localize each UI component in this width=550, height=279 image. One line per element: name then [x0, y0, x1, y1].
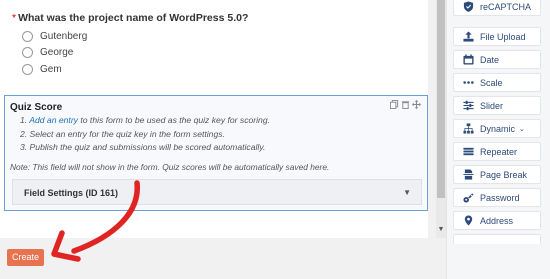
- step-2: 2. Select an entry for the quiz key in t…: [20, 128, 225, 139]
- choice-label: George: [40, 47, 74, 58]
- sidebar-item-label: Date: [480, 54, 500, 65]
- step-1: 1. Add an entry to this form to be used …: [20, 115, 271, 125]
- sidebar-item-file-upload[interactable]: File Upload: [453, 27, 541, 46]
- key-icon: [463, 192, 474, 203]
- sidebar-item-label: Scale: [480, 77, 503, 88]
- choice-label: Gem: [40, 63, 62, 75]
- step-3: 3. Publish the quiz and submissions will…: [20, 142, 266, 152]
- duplicate-icon[interactable]: [390, 100, 399, 109]
- radio-button[interactable]: [22, 47, 33, 58]
- choice-george[interactable]: George: [22, 45, 87, 61]
- sidebar-item-label: Address: [480, 215, 514, 226]
- caret-down-icon: ▼: [403, 188, 411, 197]
- form-preview: * What was the project name of WordPress …: [0, 0, 428, 238]
- chevron-down-icon: ⌄: [519, 125, 525, 133]
- sitemap-icon: [463, 123, 474, 134]
- sidebar-item-partial[interactable]: [453, 234, 541, 244]
- dots-icon: [463, 77, 474, 88]
- sidebar-item-address[interactable]: Address: [453, 211, 541, 230]
- sidebar-item-page-break[interactable]: Page Break: [453, 165, 541, 184]
- question-text: What was the project name of WordPress 5…: [18, 12, 249, 24]
- sidebar-item-scale[interactable]: Scale: [453, 73, 541, 92]
- radio-button[interactable]: [22, 63, 33, 75]
- quiz-score-field[interactable]: Quiz Score 1. Add an entry to this form …: [4, 95, 428, 211]
- sidebar-item-label: Password: [480, 192, 520, 203]
- sidebar-item-recaptcha[interactable]: reCAPTCHA: [453, 0, 541, 16]
- sidebar-item-slider[interactable]: Slider: [453, 96, 541, 115]
- page-break-icon: [463, 169, 474, 180]
- scrollbar[interactable]: ▼: [436, 0, 446, 238]
- form-canvas: * What was the project name of WordPress …: [0, 0, 436, 279]
- calendar-icon: [463, 54, 474, 65]
- add-entry-link[interactable]: Add an entry: [29, 115, 78, 125]
- quiz-note: Note: This field will not show in the fo…: [10, 162, 330, 172]
- sidebar-item-label: Repeater: [480, 146, 518, 157]
- required-marker: *: [12, 12, 17, 24]
- quiz-score-title: Quiz Score: [10, 102, 63, 113]
- choice-label: Gutenberg: [40, 30, 88, 42]
- field-sidebar: reCAPTCHA File Upload Date Scale Slider …: [446, 0, 550, 279]
- repeat-icon: [463, 146, 474, 157]
- sidebar-item-repeater[interactable]: Repeater: [453, 142, 541, 161]
- sidebar-item-label: Dynamic: [480, 123, 516, 134]
- trash-icon[interactable]: [401, 100, 410, 109]
- choice-gutenberg[interactable]: Gutenberg: [22, 28, 87, 44]
- choice-list: Gutenberg George Gem: [22, 28, 87, 78]
- create-button[interactable]: Create: [7, 249, 44, 266]
- sliders-icon: [463, 100, 474, 111]
- field-settings-label: Field Settings (ID 161): [24, 188, 119, 198]
- sidebar-item-label: Slider: [480, 100, 504, 111]
- upload-icon: [463, 31, 474, 42]
- sidebar-item-label: File Upload: [480, 31, 526, 42]
- quiz-steps: 1. Add an entry to this form to be used …: [20, 115, 270, 156]
- scrollbar-thumb[interactable]: [437, 0, 445, 198]
- radio-button[interactable]: [22, 30, 33, 42]
- map-pin-icon: [463, 215, 474, 226]
- sidebar-item-dynamic[interactable]: Dynamic ⌄: [453, 119, 541, 138]
- field-toolbar: [390, 100, 421, 109]
- sidebar-item-password[interactable]: Password: [453, 188, 541, 207]
- sidebar-item-label: reCAPTCHA: [480, 1, 532, 12]
- move-icon[interactable]: [412, 100, 421, 109]
- question-label: * What was the project name of WordPress …: [12, 12, 248, 24]
- sidebar-item-date[interactable]: Date: [453, 50, 541, 69]
- scroll-down-icon[interactable]: ▼: [437, 226, 445, 233]
- shield-icon: [463, 1, 474, 12]
- sidebar-item-label: Page Break: [480, 169, 528, 180]
- field-settings-toggle[interactable]: Field Settings (ID 161) ▼: [12, 179, 422, 205]
- choice-gem[interactable]: Gem: [22, 61, 87, 77]
